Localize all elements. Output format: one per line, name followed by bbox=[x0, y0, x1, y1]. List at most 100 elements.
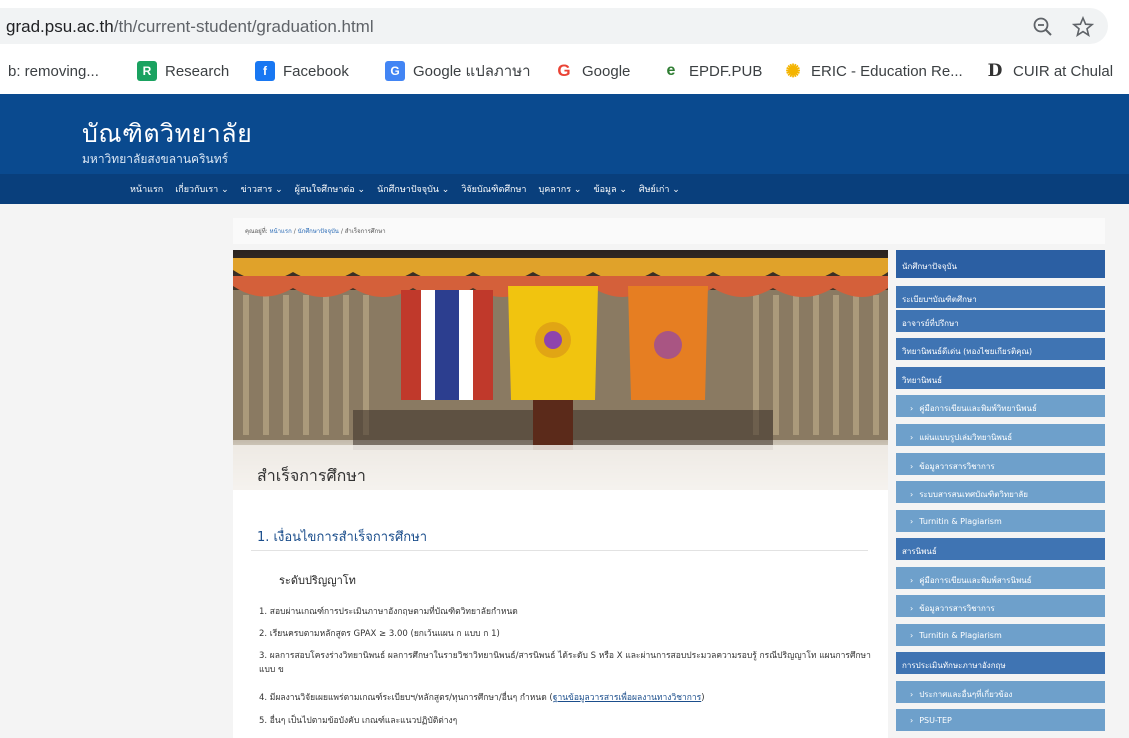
breadcrumb-prefix: คุณอยู่ที่: bbox=[245, 228, 268, 235]
bookmarks-bar: b: removing... R Research f Facebook G G… bbox=[0, 52, 1129, 90]
browser-address-bar: grad.psu.ac.th/th/current-student/gradua… bbox=[0, 0, 1129, 48]
breadcrumb-home[interactable]: หน้าแรก bbox=[270, 228, 292, 235]
nav-prospective[interactable]: ผู้สนใจศึกษาต่อ ⌄ bbox=[295, 182, 365, 196]
bookmark-label: Facebook bbox=[283, 62, 349, 80]
main-nav: หน้าแรก เกี่ยวกับเรา ⌄ ข่าวสาร ⌄ ผู้สนใจ… bbox=[130, 182, 692, 196]
nav-about[interactable]: เกี่ยวกับเรา ⌄ bbox=[175, 182, 228, 196]
url-path: /th/current-student/graduation.html bbox=[113, 17, 374, 36]
sidebar-menu: นักศึกษาปัจจุบัน ระเบียบฯบัณฑิตศึกษา อาจ… bbox=[896, 250, 1105, 738]
chevron-right-icon: › bbox=[910, 631, 914, 640]
sidebar-item-label: ประกาศและอื่นๆที่เกี่ยวข้อง bbox=[919, 690, 1013, 699]
chevron-right-icon: › bbox=[910, 490, 914, 499]
zoom-out-icon[interactable] bbox=[1032, 16, 1054, 38]
section-heading: 1. เงื่อนไขการสำเร็จการศึกษา bbox=[257, 530, 428, 545]
sidebar-item-turnitin-2[interactable]: › Turnitin & Plagiarism bbox=[896, 624, 1105, 646]
sidebar-heading[interactable]: นักศึกษาปัจจุบัน bbox=[896, 250, 1105, 278]
bookmark-label: Google bbox=[582, 62, 631, 80]
sidebar-item-label: PSU-TEP bbox=[919, 716, 952, 725]
chevron-right-icon: › bbox=[910, 433, 914, 442]
sidebar-item-label: ระบบสารสนเทศบัณฑิตวิทยาลัย bbox=[919, 490, 1028, 499]
sidebar-item-thesis[interactable]: วิทยานิพนธ์ bbox=[896, 367, 1105, 389]
bookmark-label: EPDF.PUB bbox=[689, 62, 763, 80]
breadcrumb-current: สำเร็จการศึกษา bbox=[344, 228, 386, 235]
condition-text: 4. มีผลงานวิจัยเผยแพร่ตามเกณฑ์ระเบียบฯ/ห… bbox=[259, 693, 553, 703]
graduation-stage-illustration bbox=[233, 258, 888, 490]
nav-info[interactable]: ข้อมูล ⌄ bbox=[593, 182, 626, 196]
bookmark-research[interactable]: R Research bbox=[137, 60, 229, 82]
chevron-right-icon: › bbox=[910, 517, 914, 526]
bookmark-eric[interactable]: ✺ ERIC - Education Re... bbox=[783, 60, 963, 82]
site-logo-title[interactable]: บัณฑิตวิทยาลัย bbox=[82, 114, 252, 154]
researchgate-icon: R bbox=[137, 61, 157, 81]
section-divider bbox=[251, 550, 868, 551]
star-icon[interactable] bbox=[1072, 16, 1094, 38]
chevron-right-icon: › bbox=[910, 716, 914, 725]
page-title: สำเร็จการศึกษา bbox=[257, 466, 366, 485]
nav-research[interactable]: วิจัยบัณฑิตศึกษา bbox=[461, 182, 526, 196]
hero-image: สำเร็จการศึกษา bbox=[233, 250, 888, 490]
bookmark-label: Research bbox=[165, 62, 230, 80]
bookmark-facebook[interactable]: f Facebook bbox=[255, 60, 349, 82]
site-logo-subtitle: มหาวิทยาลัยสงขลานครินทร์ bbox=[82, 152, 229, 166]
bookmark-google-translate[interactable]: G Google แปลภาษา bbox=[385, 60, 531, 82]
epdf-icon: e bbox=[666, 62, 676, 79]
sidebar-item-advisor[interactable]: อาจารย์ที่ปรึกษา bbox=[896, 310, 1105, 332]
chevron-right-icon: › bbox=[910, 690, 914, 699]
breadcrumb-separator: / bbox=[293, 228, 296, 235]
breadcrumb-separator: / bbox=[340, 228, 343, 235]
bookmark-removing[interactable]: b: removing... bbox=[8, 60, 99, 82]
nav-home[interactable]: หน้าแรก bbox=[130, 182, 163, 196]
sidebar-item-is-manual[interactable]: › คู่มือการเขียนและพิมพ์สารนิพนธ์ bbox=[896, 567, 1105, 589]
condition-item: 1. สอบผ่านเกณฑ์การประเมินภาษาอังกฤษตามที… bbox=[259, 607, 518, 617]
eric-icon: ✺ bbox=[785, 60, 801, 81]
sidebar-item-outstanding-thesis[interactable]: วิทยานิพนธ์ดีเด่น (ทองไชยเกียรติคุณ) bbox=[896, 338, 1105, 360]
nav-alumni[interactable]: ศิษย์เก่า ⌄ bbox=[639, 182, 680, 196]
bookmark-cuir[interactable]: D CUIR at Chulal bbox=[985, 60, 1113, 82]
sidebar-item-thesis-template[interactable]: › แผ่นแบบรูปเล่มวิทยานิพนธ์ bbox=[896, 424, 1105, 446]
sidebar-item-turnitin[interactable]: › Turnitin & Plagiarism bbox=[896, 510, 1105, 532]
bookmark-epdf[interactable]: e EPDF.PUB bbox=[661, 60, 763, 82]
bookmark-label: Google แปลภาษา bbox=[413, 63, 531, 80]
url-domain: grad.psu.ac.th bbox=[6, 17, 114, 36]
google-translate-icon: G bbox=[385, 61, 405, 81]
sidebar-item-label: ข้อมูลวารสารวิชาการ bbox=[919, 604, 995, 613]
condition-item: 5. อื่นๆ เป็นไปตามข้อบังคับ เกณฑ์และแนวป… bbox=[259, 716, 458, 726]
condition-text-tail: ) bbox=[701, 693, 705, 703]
sidebar-item-announcements[interactable]: › ประกาศและอื่นๆที่เกี่ยวข้อง bbox=[896, 681, 1105, 703]
sidebar-item-label: Turnitin & Plagiarism bbox=[919, 631, 1002, 640]
nav-news[interactable]: ข่าวสาร ⌄ bbox=[241, 182, 283, 196]
degree-level-heading: ระดับปริญญาโท bbox=[279, 574, 356, 587]
sidebar-item-english-assessment[interactable]: การประเมินทักษะภาษาอังกฤษ bbox=[896, 652, 1105, 674]
sidebar-item-label: แผ่นแบบรูปเล่มวิทยานิพนธ์ bbox=[919, 433, 1013, 442]
nav-staff[interactable]: บุคลากร ⌄ bbox=[538, 182, 581, 196]
sidebar-item-label: คู่มือการเขียนและพิมพ์สารนิพนธ์ bbox=[919, 576, 1032, 585]
sidebar-item-psu-tep[interactable]: › PSU-TEP bbox=[896, 709, 1105, 731]
sidebar-item-label: Turnitin & Plagiarism bbox=[919, 517, 1002, 526]
bookmark-label: b: removing... bbox=[8, 62, 99, 80]
bookmark-google[interactable]: G Google bbox=[554, 60, 630, 82]
condition-item: 2. เรียนครบตามหลักสูตร GPAX ≥ 3.00 (ยกเว… bbox=[259, 629, 500, 639]
sidebar-item-journal-info[interactable]: › ข้อมูลวารสารวิชาการ bbox=[896, 453, 1105, 475]
sidebar-item-journal-info-2[interactable]: › ข้อมูลวารสารวิชาการ bbox=[896, 595, 1105, 617]
breadcrumb: คุณอยู่ที่: หน้าแรก / นักศึกษาปัจจุบัน /… bbox=[233, 218, 1105, 244]
google-icon: G bbox=[557, 61, 571, 80]
bookmark-label: CUIR at Chulal bbox=[1013, 62, 1114, 80]
cuir-icon: D bbox=[987, 61, 1003, 81]
sidebar-item-thesis-manual[interactable]: › คู่มือการเขียนและพิมพ์วิทยานิพนธ์ bbox=[896, 395, 1105, 417]
site-header: บัณฑิตวิทยาลัย มหาวิทยาลัยสงขลานครินทร์ … bbox=[0, 94, 1129, 204]
nav-current-student[interactable]: นักศึกษาปัจจุบัน ⌄ bbox=[377, 182, 449, 196]
url-text[interactable]: grad.psu.ac.th/th/current-student/gradua… bbox=[6, 17, 374, 37]
sidebar-item-independent-study[interactable]: สารนิพนธ์ bbox=[896, 538, 1105, 560]
chevron-right-icon: › bbox=[910, 404, 914, 413]
main-content: สำเร็จการศึกษา 1. เงื่อนไขการสำเร็จการศึ… bbox=[233, 250, 888, 738]
sidebar-item-label: คู่มือการเขียนและพิมพ์วิทยานิพนธ์ bbox=[919, 404, 1037, 413]
bookmark-label: ERIC - Education Re... bbox=[811, 62, 963, 80]
facebook-icon: f bbox=[255, 61, 275, 81]
journal-database-link[interactable]: ฐานข้อมูลวารสารเพื่อผลงานทางวิชาการ bbox=[553, 693, 702, 703]
condition-item: 4. มีผลงานวิจัยเผยแพร่ตามเกณฑ์ระเบียบฯ/ห… bbox=[259, 691, 874, 705]
chevron-right-icon: › bbox=[910, 462, 914, 471]
chevron-right-icon: › bbox=[910, 576, 914, 585]
breadcrumb-parent[interactable]: นักศึกษาปัจจุบัน bbox=[298, 228, 339, 235]
sidebar-item-regulations[interactable]: ระเบียบฯบัณฑิตศึกษา bbox=[896, 286, 1105, 308]
sidebar-item-info-system[interactable]: › ระบบสารสนเทศบัณฑิตวิทยาลัย bbox=[896, 481, 1105, 503]
